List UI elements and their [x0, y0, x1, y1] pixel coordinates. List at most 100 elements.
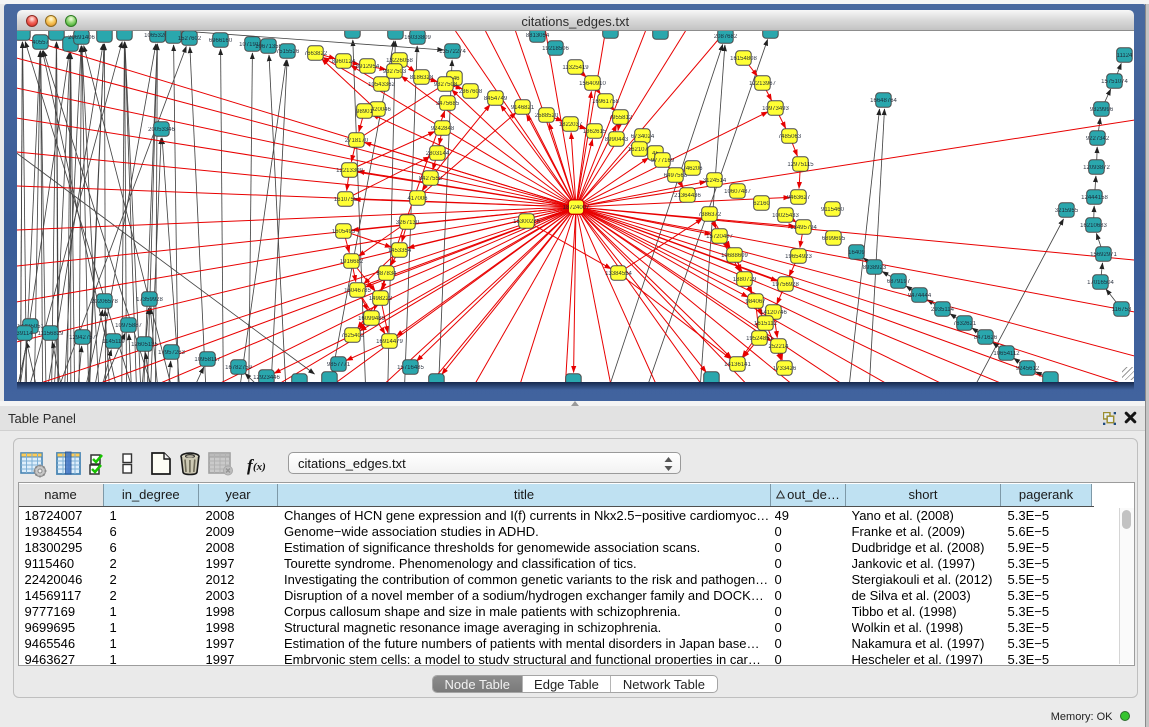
svg-text:12213967: 12213967	[749, 81, 776, 87]
svg-text:13384554: 13384554	[605, 271, 632, 277]
svg-text:15640910: 15640910	[579, 81, 606, 87]
svg-text:40557: 40557	[32, 40, 49, 46]
svg-text:1362615: 1362615	[582, 129, 606, 135]
svg-text:8427552: 8427552	[418, 176, 442, 182]
svg-text:17016504: 17016504	[1087, 280, 1114, 286]
svg-text:14136141: 14136141	[724, 362, 751, 368]
svg-text:13572274: 13572274	[439, 49, 466, 55]
svg-text:8938923: 8938923	[862, 265, 886, 271]
svg-text:984067: 984067	[745, 299, 766, 305]
svg-text:1453354: 1453354	[387, 248, 411, 254]
svg-text:16210683: 16210683	[1080, 223, 1107, 229]
svg-text:15300275: 15300275	[513, 219, 540, 225]
svg-text:15720407: 15720407	[706, 234, 733, 240]
svg-text:3215955: 3215955	[1054, 208, 1078, 214]
svg-text:16782759: 16782759	[225, 365, 252, 371]
svg-text:116753: 116753	[1111, 307, 1131, 313]
svg-text:15716485: 15716485	[397, 365, 424, 371]
svg-text:2087682: 2087682	[713, 34, 737, 40]
svg-text:8990443: 8990443	[604, 137, 628, 143]
svg-text:417006: 417006	[407, 196, 428, 202]
svg-text:7625402: 7625402	[340, 333, 364, 339]
svg-text:7663822: 7663822	[303, 51, 327, 57]
svg-text:9857771: 9857771	[326, 362, 350, 368]
svg-text:13226058: 13226058	[386, 58, 413, 64]
svg-text:9329996: 9329996	[1089, 107, 1113, 113]
svg-text:1916682: 1916682	[339, 259, 363, 265]
svg-text:1822037: 1822037	[558, 122, 582, 128]
svg-text:10975887: 10975887	[115, 323, 142, 329]
svg-text:9146821: 9146821	[510, 105, 534, 111]
svg-text:11156829: 11156829	[37, 331, 63, 337]
svg-text:6497568: 6497568	[663, 173, 687, 179]
svg-text:62160: 62160	[753, 201, 770, 207]
svg-text:2935114: 2935114	[931, 307, 955, 313]
svg-text:252214: 252214	[768, 344, 789, 350]
svg-text:16961758: 16961758	[592, 99, 619, 105]
svg-text:19756928: 19756928	[772, 282, 799, 288]
svg-text:1615112: 1615112	[754, 321, 778, 327]
svg-text:9115460: 9115460	[821, 207, 845, 213]
svg-text:11124: 11124	[1116, 53, 1132, 59]
svg-text:9327503: 9327503	[382, 69, 406, 75]
svg-text:3267130: 3267130	[395, 220, 419, 226]
svg-text:17957263: 17957263	[158, 350, 185, 356]
svg-text:(x): (x)	[253, 461, 266, 473]
svg-text:8186328: 8186328	[409, 75, 433, 81]
svg-text:21364436: 21364436	[674, 193, 701, 199]
svg-text:12975115: 12975115	[787, 162, 814, 168]
svg-text:7515526: 7515526	[275, 49, 299, 55]
svg-text:10973493: 10973493	[762, 106, 789, 112]
svg-text:10025433: 10025433	[772, 213, 799, 219]
svg-text:19218506: 19218506	[542, 46, 569, 52]
svg-text:10543362: 10543362	[368, 82, 395, 88]
svg-text:11325419: 11325419	[562, 65, 589, 71]
svg-text:39114: 39114	[17, 331, 33, 337]
svg-text:8960124: 8960124	[331, 59, 355, 65]
svg-text:98901: 98901	[356, 109, 373, 115]
svg-text:8454749: 8454749	[483, 96, 507, 102]
svg-text:16409: 16409	[848, 250, 865, 256]
svg-text:15692971: 15692971	[1090, 252, 1117, 258]
svg-text:2803144: 2803144	[425, 151, 449, 157]
svg-text:17359928: 17359928	[136, 297, 163, 303]
svg-text:10607487: 10607487	[724, 189, 751, 195]
svg-text:12444158: 12444158	[1081, 195, 1108, 201]
svg-text:12213309: 12213309	[336, 168, 363, 174]
svg-text:16914479: 16914479	[376, 339, 403, 345]
svg-text:16046785: 16046785	[344, 288, 371, 294]
svg-text:10654112: 10654112	[993, 351, 1020, 357]
svg-text:9245612: 9245612	[1015, 366, 1039, 372]
svg-text:8813054: 8813054	[525, 33, 549, 39]
svg-text:9327508: 9327508	[433, 82, 457, 88]
svg-text:1605493: 1605493	[331, 229, 355, 235]
svg-text:7955812: 7955812	[608, 115, 632, 121]
svg-text:2588520: 2588520	[534, 113, 558, 119]
svg-text:19654923: 19654923	[785, 254, 812, 260]
svg-text:16154808: 16154808	[730, 56, 757, 62]
svg-text:6879197: 6879197	[886, 279, 910, 285]
svg-text:15751074: 15751074	[1101, 79, 1128, 85]
svg-text:9463627: 9463627	[786, 195, 810, 201]
svg-text:9474444: 9474444	[907, 293, 931, 299]
svg-text:19524851: 19524851	[746, 336, 773, 342]
svg-text:9227342: 9227342	[1085, 136, 1109, 142]
svg-text:6899695: 6899695	[821, 236, 845, 242]
svg-text:16033809: 16033809	[404, 35, 431, 41]
svg-text:2718170: 2718170	[344, 138, 368, 144]
svg-text:20053346: 20053346	[148, 127, 175, 133]
svg-text:12923446: 12923446	[253, 375, 280, 381]
svg-text:1498222: 1498222	[368, 296, 392, 302]
svg-text:20206578: 20206578	[91, 299, 118, 305]
svg-text:9242848: 9242848	[430, 126, 454, 132]
svg-text:1527602: 1527602	[177, 36, 201, 42]
svg-text:12605135: 12605135	[131, 342, 158, 348]
svg-text:2367608: 2367608	[458, 89, 482, 95]
svg-text:13495794: 13495794	[790, 225, 817, 231]
svg-text:12942757: 12942757	[69, 335, 96, 341]
svg-text:10688609: 10688609	[721, 253, 748, 259]
svg-text:16648764: 16648764	[870, 98, 897, 104]
svg-text:9777169: 9777169	[650, 158, 674, 164]
svg-text:8912954: 8912954	[355, 64, 379, 70]
svg-text:1733426: 1733426	[772, 366, 796, 372]
